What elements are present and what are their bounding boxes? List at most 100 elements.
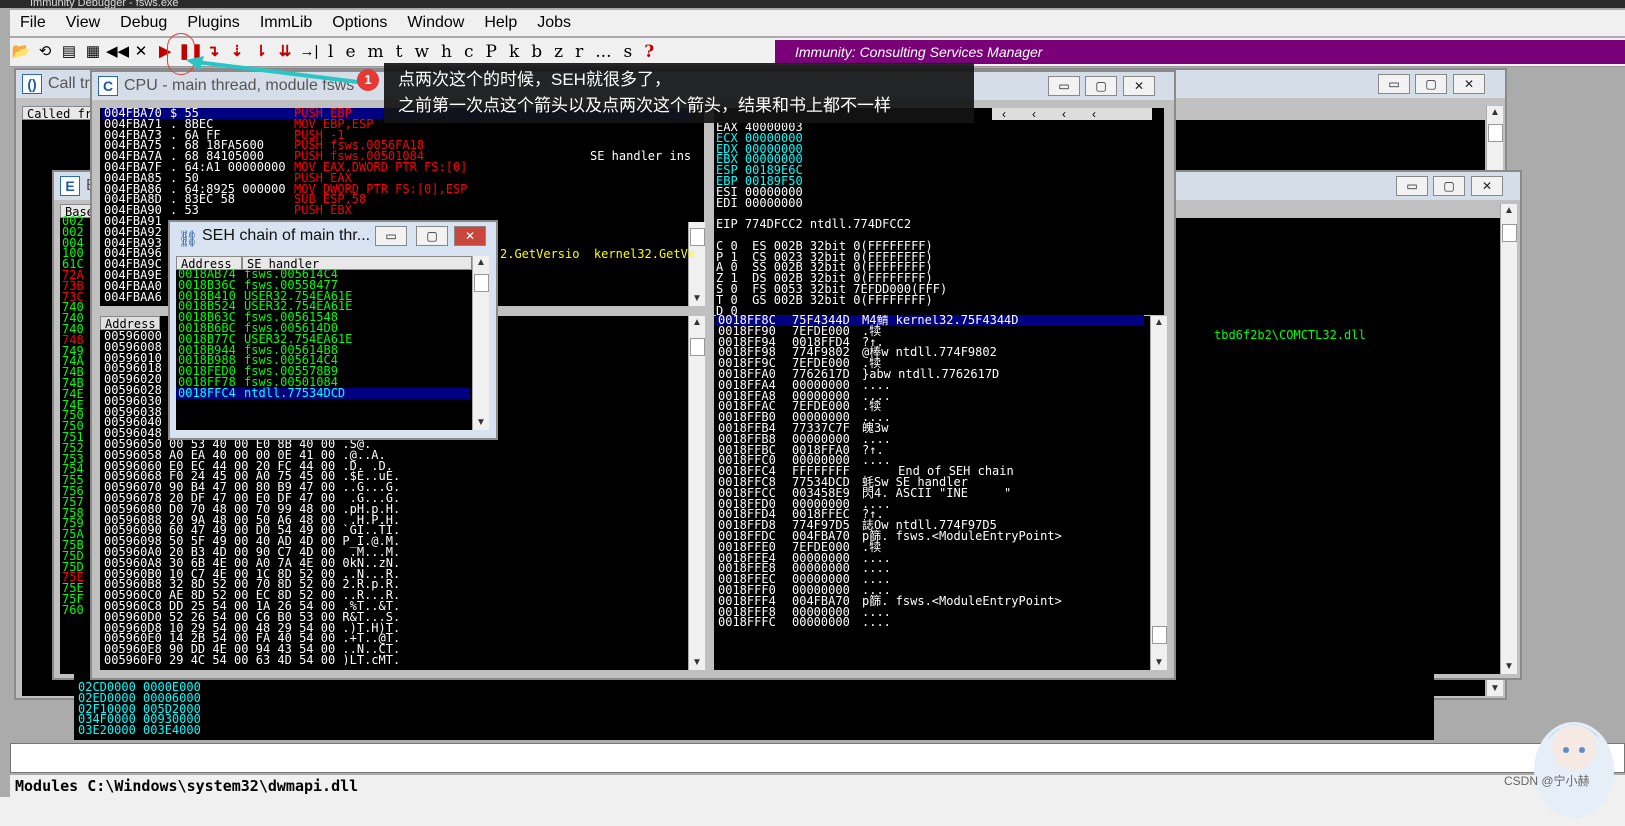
stack-comment: p篩. fsws.<ModuleEntryPoint>	[862, 593, 1062, 608]
toolbar-letter-c[interactable]: c	[464, 42, 474, 62]
stack-row[interactable]: 0018FFDC 004FBA70 p篩. fsws.<ModuleEntryPoi…	[716, 530, 1144, 542]
scroll-thumb[interactable]	[1502, 224, 1517, 242]
close-button[interactable]: ✕	[1123, 76, 1155, 96]
modules-scrollbar[interactable]: ▲ ▼	[1500, 204, 1517, 674]
stack-row[interactable]: 0018FFF8 00000000....	[716, 606, 1144, 618]
maximize-button[interactable]: ▢	[1415, 74, 1447, 94]
scroll-thumb[interactable]	[1152, 626, 1167, 644]
stack-row[interactable]: 0018FFFC 00000000....	[716, 615, 1144, 630]
minimize-button[interactable]: ▭	[1396, 176, 1428, 196]
minimize-button[interactable]: ▭	[1048, 76, 1080, 96]
toolbar-letter-s[interactable]: s	[624, 42, 633, 62]
stack-row[interactable]: 0018FFD0 00000000....	[716, 498, 1144, 510]
command-bar[interactable]	[10, 743, 1625, 773]
dump-row: 005960F0 29 4C 54 00 63 4D 54 00 )LT.cMT…	[104, 653, 401, 665]
scroll-up-icon[interactable]: ▲	[1151, 316, 1167, 330]
stack-row[interactable]: 0018FF98 774F9802 @棒w ntdll.774F9802	[716, 346, 1144, 358]
scroll-down-icon[interactable]: ▼	[473, 416, 489, 430]
scroll-down-icon[interactable]: ▼	[1487, 682, 1503, 696]
stack-row[interactable]: 0018FFEC 00000000....	[716, 573, 1144, 585]
close-icon[interactable]: ✕	[130, 41, 152, 63]
close-button[interactable]: ✕	[454, 226, 486, 246]
scroll-thumb[interactable]	[474, 274, 489, 292]
register-line: T 0 GS 002B 32bit 0(FFFFFFFF)	[716, 292, 933, 307]
stack-row[interactable]: 0018FFE0 7EFDE000 .犊	[716, 541, 1144, 553]
stack-row[interactable]: 0018FFF4 004FBA70 p篩. fsws.<ModuleEntryPoi…	[716, 593, 1144, 608]
toolbar-letter-z[interactable]: z	[554, 42, 563, 62]
seh-title: SEH chain of main thr...	[202, 227, 371, 244]
scroll-thumb[interactable]	[1488, 124, 1503, 142]
stack-scrollbar[interactable]: ▲ ▼	[1150, 316, 1167, 670]
watermark: CSDN @宁小赫	[1504, 774, 1590, 788]
register-line: EIP 774DFCC2 ntdll.774DFCC2	[716, 217, 912, 232]
disassembly-comment-getversion: 2.GetVersio kernel32.GetVe	[500, 247, 696, 261]
close-button[interactable]: ✕	[1453, 74, 1485, 94]
help-question-icon[interactable]: ?	[644, 42, 654, 62]
stack-row[interactable]: 0018FFB0 00000000....	[716, 411, 1144, 423]
open-folder-icon[interactable]: 📂	[10, 41, 32, 63]
scroll-up-icon[interactable]: ▲	[473, 256, 489, 270]
scroll-down-icon[interactable]: ▼	[1151, 656, 1167, 670]
stack-row[interactable]: 0018FFBC 0018FFA0 ?↑.	[716, 444, 1144, 456]
rewind-icon[interactable]: ◀◀	[106, 41, 129, 63]
maximize-button[interactable]: ▢	[1433, 176, 1465, 196]
stack-row[interactable]: 0018FFA0 7762617D}abw ntdll.7762617D	[716, 368, 1144, 380]
menu-immlib[interactable]: ImmLib	[250, 14, 322, 32]
stack-comment: ....	[862, 615, 891, 630]
stack-row[interactable]: 0018FFB4 77337C7F 魄3w	[716, 422, 1144, 434]
stack-row[interactable]: 0018FF90 7EFDE000 .犊	[716, 325, 1144, 337]
seh-col-address: Address	[176, 256, 242, 271]
toolbar-letter-k[interactable]: k	[509, 42, 519, 62]
stack-row[interactable]: 0018FF8C 75F4344D M4鯖 kernel32.75F4344D	[716, 315, 1144, 326]
menu-window[interactable]: Window	[397, 14, 474, 32]
menu-bar: File View Debug Plugins ImmLib Options W…	[10, 10, 1625, 36]
scroll-up-icon[interactable]: ▲	[1487, 106, 1503, 120]
stack-row[interactable]: 0018FFCC 003458E9 閃4. ASCII "INE "	[716, 487, 1144, 499]
maximize-button[interactable]: ▢	[416, 226, 448, 246]
seh-scrollbar[interactable]: ▲ ▼	[472, 256, 489, 430]
minimize-button[interactable]: ▭	[1378, 74, 1410, 94]
menu-options[interactable]: Options	[322, 14, 397, 32]
seh-chain-list: 0018AB74 fsws.005614C4 0018B36C fsws.005584…	[176, 269, 470, 429]
seh-row[interactable]: 0018FFC4 ntdll.77534DCD	[176, 385, 470, 400]
toolbar-letter-p[interactable]: P	[486, 42, 497, 62]
stack-row[interactable]: 0018FFE8 00000000....	[716, 562, 1144, 574]
menu-debug[interactable]: Debug	[110, 14, 177, 32]
toolbar-ellipsis[interactable]: ...	[595, 42, 611, 62]
scroll-up-icon[interactable]: ▲	[1501, 204, 1517, 218]
stack-row[interactable]: 0018FFAC 7EFDE000 .犊	[716, 400, 1144, 412]
scroll-thumb[interactable]	[690, 338, 705, 356]
app-title: Immunity Debugger - fsws.exe	[30, 0, 179, 8]
register-nav-arrows[interactable]: ‹‹‹‹	[992, 108, 1152, 120]
dump-scrollbar[interactable]: ▲ ▼	[688, 316, 705, 670]
toolbar-letter-m[interactable]: m	[368, 42, 384, 62]
memory-map-rows: 02CD0000 0000E000 02ED0000 00006000 02F100…	[78, 681, 208, 738]
toolbar-letter-t[interactable]: t	[396, 42, 403, 62]
menu-help[interactable]: Help	[474, 14, 527, 32]
scroll-down-icon[interactable]: ▼	[689, 656, 705, 670]
menu-view[interactable]: View	[56, 14, 110, 32]
stack-row[interactable]: 0018FFE4 00000000....	[716, 552, 1144, 564]
annotation-arrow	[186, 56, 359, 84]
scroll-up-icon[interactable]: ▲	[689, 316, 705, 330]
window-icon[interactable]: ▤	[58, 41, 80, 63]
stack-row[interactable]: 0018FFA8 00000000....	[716, 390, 1144, 402]
toolbar-letter-b[interactable]: b	[531, 42, 542, 62]
minimize-button[interactable]: ▭	[375, 226, 407, 246]
close-button[interactable]: ✕	[1471, 176, 1503, 196]
menu-plugins[interactable]: Plugins	[177, 14, 249, 32]
menu-jobs[interactable]: Jobs	[527, 14, 581, 32]
scroll-thumb[interactable]	[690, 228, 705, 246]
maximize-button[interactable]: ▢	[1085, 76, 1117, 96]
disasm-row[interactable]: 004FBA90. 53 PUSH EBX	[102, 204, 692, 216]
toolbar-letter-w[interactable]: w	[414, 42, 429, 62]
scroll-down-icon[interactable]: ▼	[1501, 660, 1517, 674]
toolbar-letter-h[interactable]: h	[441, 42, 452, 62]
stack-row[interactable]: 0018FFB8 00000000....	[716, 433, 1144, 445]
menu-file[interactable]: File	[10, 14, 56, 32]
seh-address: 0018FFC4	[178, 385, 236, 400]
grid-icon[interactable]: ▦	[82, 41, 104, 63]
toolbar-letter-r[interactable]: r	[575, 42, 583, 62]
restart-icon[interactable]: ⟲	[34, 41, 56, 63]
stack-row[interactable]: 0018FFA4 00000000....	[716, 379, 1144, 391]
